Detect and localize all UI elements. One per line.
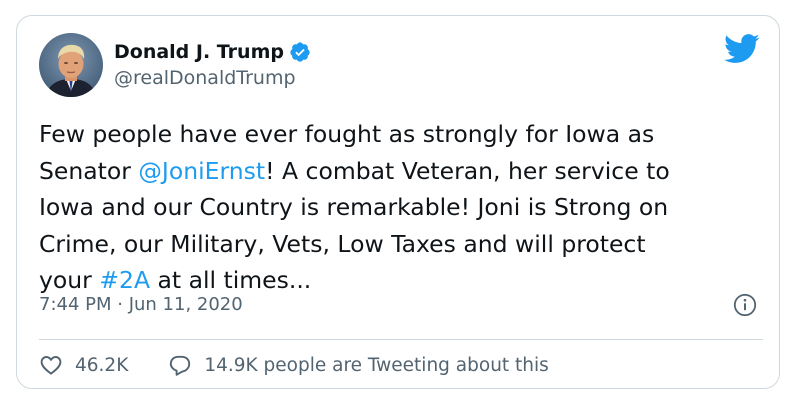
tweeting-about-button[interactable]: 14.9K people are Tweeting about this: [168, 353, 549, 377]
tweet-text-segment: at all times...: [150, 266, 312, 294]
divider: [39, 339, 763, 340]
tweet-line-3: Iowa and our Country is remarkable! Joni…: [39, 189, 769, 226]
tweet-line-4: Crime, our Military, Vets, Low Taxes and…: [39, 226, 769, 263]
author-display-name[interactable]: Donald J. Trump: [114, 41, 284, 63]
tweet-line-1: Few people have ever fought as strongly …: [39, 116, 769, 153]
like-button[interactable]: 46.2K: [39, 353, 128, 377]
tweet-timestamp[interactable]: 7:44 PM · Jun 11, 2020: [39, 294, 243, 315]
heart-icon: [40, 356, 62, 375]
tweet-text-segment: Iowa and our Country is remarkable! Joni…: [39, 193, 669, 221]
author-name-row[interactable]: Donald J. Trump: [114, 38, 311, 66]
like-count: 46.2K: [75, 354, 129, 376]
tweet-text-segment: Few people have ever fought as strongly …: [39, 120, 655, 148]
tweeting-about-text: 14.9K people are Tweeting about this: [204, 354, 549, 376]
author-handle[interactable]: @realDonaldTrump: [114, 67, 296, 89]
info-icon[interactable]: [733, 293, 757, 317]
tweet-card[interactable]: Donald J. Trump @realDonaldTrump Few peo…: [16, 15, 780, 389]
tweet-text-segment: ! A combat Veteran, her service to: [265, 156, 670, 185]
speech-bubble-icon: [170, 355, 191, 376]
verified-badge-icon: [289, 41, 311, 63]
mention-link[interactable]: @JoniErnst: [138, 157, 265, 185]
avatar[interactable]: [39, 33, 103, 97]
tweet-actions: 46.2K 14.9K people are Tweeting about th…: [39, 350, 549, 380]
tweet-text: Few people have ever fought as strongly …: [39, 116, 769, 299]
hashtag-link[interactable]: #2A: [99, 266, 150, 294]
tweet-text-segment: Senator: [39, 156, 139, 185]
tweet-text-segment: Crime, our Military, Vets, Low Taxes and…: [39, 229, 646, 258]
twitter-bird-icon[interactable]: [724, 34, 760, 64]
tweet-text-segment: your: [39, 266, 100, 294]
profile-photo: [39, 33, 103, 97]
tweet-line-2: Senator @JoniErnst! A combat Veteran, he…: [39, 153, 769, 190]
